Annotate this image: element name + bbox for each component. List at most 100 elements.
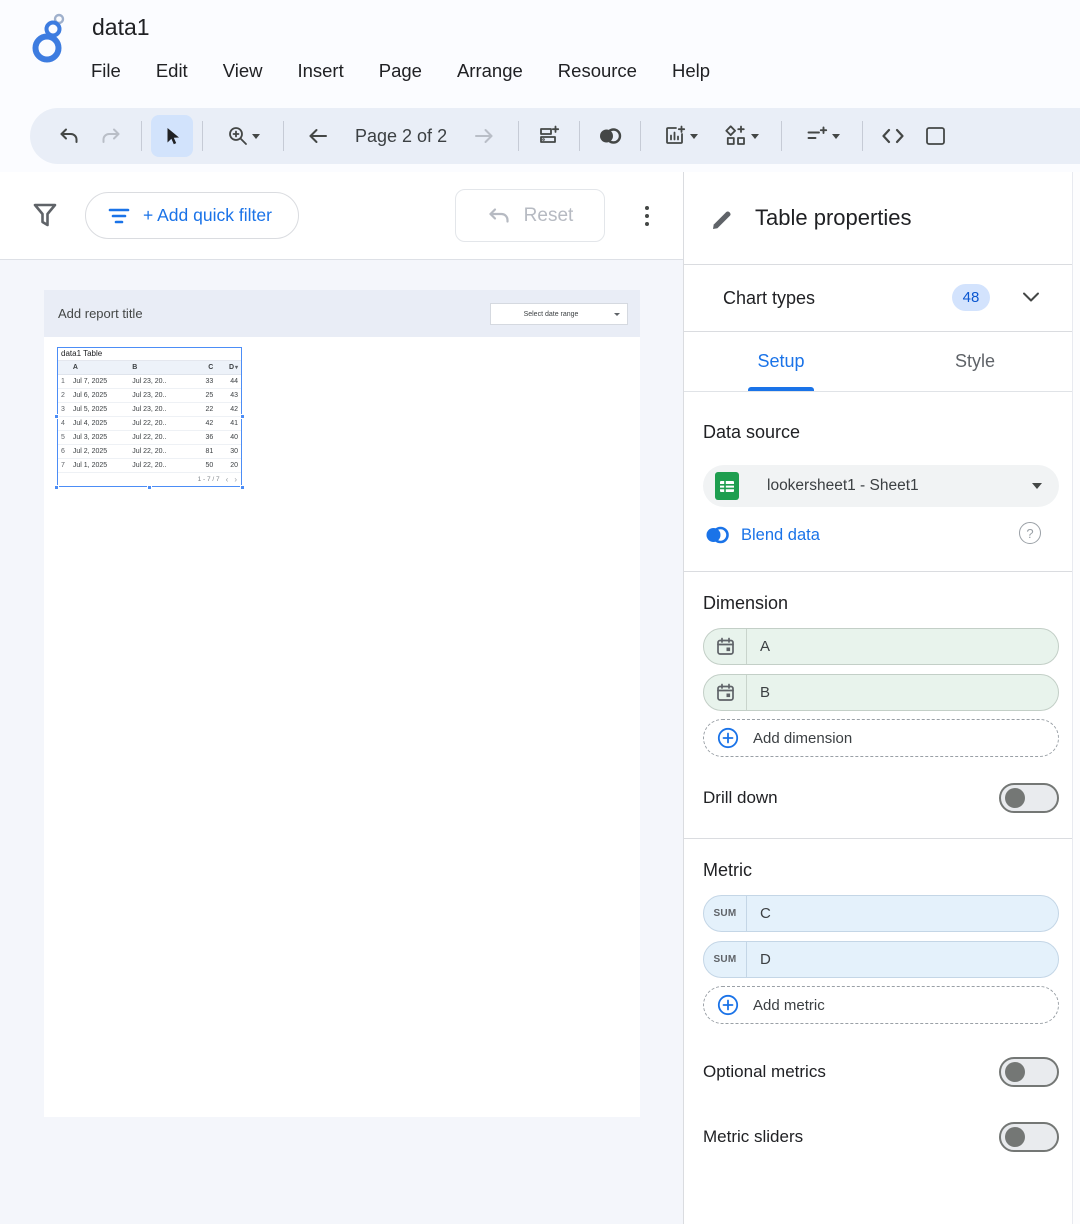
cell-d: 44 xyxy=(217,378,241,385)
dimension-field-name: B xyxy=(760,684,770,701)
resize-handle-right[interactable] xyxy=(240,414,245,419)
cell-d: 42 xyxy=(217,406,241,413)
cell-a: Jul 3, 2025 xyxy=(71,434,130,441)
blend-icon xyxy=(597,125,623,147)
menu-page[interactable]: Page xyxy=(378,58,423,84)
panel-scrollbar[interactable] xyxy=(1072,172,1080,1224)
section-divider xyxy=(684,571,1072,572)
data-source-selector[interactable]: lookersheet1 - Sheet1 xyxy=(703,465,1059,507)
row-number: 3 xyxy=(58,406,71,413)
add-chart-caret-icon xyxy=(690,134,698,139)
date-range-control[interactable]: Select date range xyxy=(490,303,628,325)
looker-studio-logo-icon[interactable] xyxy=(26,12,74,64)
chevron-down-icon xyxy=(1022,291,1040,303)
toolbar-divider xyxy=(781,121,782,151)
help-icon[interactable]: ? xyxy=(1019,522,1041,544)
cell-c: 42 xyxy=(186,420,218,427)
more-options-button[interactable] xyxy=(637,202,657,230)
dimension-chip-a[interactable]: A xyxy=(703,628,1059,665)
metric-chip-d[interactable]: SUM D xyxy=(703,941,1059,978)
chart-types-expander[interactable]: Chart types 48 xyxy=(684,265,1072,332)
optional-metrics-toggle[interactable] xyxy=(999,1057,1059,1087)
add-control-caret-icon xyxy=(832,134,840,139)
resize-handle-bottom-left[interactable] xyxy=(54,485,59,490)
cell-a: Jul 4, 2025 xyxy=(71,420,130,427)
table-row: 5Jul 3, 2025Jul 22, 20..3640 xyxy=(58,431,241,445)
column-header-c[interactable]: C xyxy=(186,364,218,371)
add-control-button[interactable] xyxy=(791,115,853,157)
table-chart-title[interactable]: data1 Table xyxy=(58,348,241,361)
optional-metrics-row: Optional metrics xyxy=(703,1057,1059,1087)
cell-d: 20 xyxy=(217,462,241,469)
column-header-b[interactable]: B xyxy=(130,364,185,371)
column-header-a[interactable]: A xyxy=(71,364,130,371)
date-range-caret-icon xyxy=(614,313,620,316)
add-metric-label: Add metric xyxy=(753,997,825,1014)
report-page[interactable]: Add report title Select date range data1… xyxy=(44,290,640,1117)
dimension-heading: Dimension xyxy=(703,593,1058,614)
resize-handle-bottom[interactable] xyxy=(147,485,152,490)
blend-data-link[interactable]: Blend data xyxy=(741,526,820,545)
add-report-title-placeholder[interactable]: Add report title xyxy=(58,306,143,321)
select-mode-button[interactable] xyxy=(151,115,193,157)
date-range-label: Select date range xyxy=(491,311,611,318)
redo-button[interactable] xyxy=(90,115,132,157)
menu-edit[interactable]: Edit xyxy=(155,58,189,84)
toolbar-divider xyxy=(579,121,580,151)
blend-data-button[interactable] xyxy=(589,115,631,157)
row-number: 2 xyxy=(58,392,71,399)
cell-c: 36 xyxy=(186,434,218,441)
page-indicator[interactable]: Page 2 of 2 xyxy=(355,126,447,147)
cell-a: Jul 1, 2025 xyxy=(71,462,130,469)
data-source-caret-icon xyxy=(1032,483,1042,489)
add-data-button[interactable] xyxy=(528,115,570,157)
report-title[interactable]: data1 xyxy=(92,14,150,41)
reset-button[interactable]: Reset xyxy=(455,189,605,242)
zoom-control[interactable] xyxy=(212,115,274,157)
arrow-left-icon xyxy=(306,124,330,148)
pagination-next-icon[interactable]: › xyxy=(234,475,237,484)
menu-resource[interactable]: Resource xyxy=(557,58,638,84)
menu-bar: File Edit View Insert Page Arrange Resou… xyxy=(90,58,711,84)
add-control-icon xyxy=(805,124,829,148)
metric-sliders-toggle[interactable] xyxy=(999,1122,1059,1152)
resize-handle-bottom-right[interactable] xyxy=(240,485,245,490)
properties-panel: Table properties Chart types 48 Setup St… xyxy=(683,172,1072,1224)
dimension-chip-b[interactable]: B xyxy=(703,674,1059,711)
report-canvas[interactable]: Add report title Select date range data1… xyxy=(0,260,683,1224)
undo-icon xyxy=(58,125,80,147)
add-quick-filter-button[interactable]: + Add quick filter xyxy=(85,192,299,239)
row-number: 6 xyxy=(58,448,71,455)
community-viz-caret-icon xyxy=(751,134,759,139)
tab-setup[interactable]: Setup xyxy=(684,332,878,391)
metric-chip-c[interactable]: SUM C xyxy=(703,895,1059,932)
tab-style[interactable]: Style xyxy=(878,332,1072,391)
column-header-d[interactable]: D▾ xyxy=(217,364,241,371)
pagination-prev-icon[interactable]: ‹ xyxy=(226,475,229,484)
menu-file[interactable]: File xyxy=(90,58,122,84)
chart-types-label: Chart types xyxy=(723,288,815,309)
community-visualizations-icon xyxy=(724,124,748,148)
undo-button[interactable] xyxy=(48,115,90,157)
embed-code-button[interactable] xyxy=(872,115,914,157)
resize-handle-left[interactable] xyxy=(54,414,59,419)
plus-circle-icon xyxy=(716,993,740,1017)
previous-page-button[interactable] xyxy=(297,115,339,157)
table-header-row: A B C D▾ xyxy=(58,361,241,375)
add-dimension-button[interactable]: Add dimension xyxy=(703,719,1059,757)
aggregation-label: SUM xyxy=(713,908,736,919)
toolbar-divider xyxy=(862,121,863,151)
menu-help[interactable]: Help xyxy=(671,58,711,84)
community-visualizations-button[interactable] xyxy=(710,115,772,157)
image-button[interactable] xyxy=(914,115,956,157)
drill-down-toggle[interactable] xyxy=(999,783,1059,813)
image-icon xyxy=(923,124,947,148)
menu-view[interactable]: View xyxy=(222,58,264,84)
next-page-button[interactable] xyxy=(463,115,505,157)
menu-arrange[interactable]: Arrange xyxy=(456,58,524,84)
menu-insert[interactable]: Insert xyxy=(296,58,344,84)
add-chart-button[interactable] xyxy=(650,115,710,157)
cell-c: 25 xyxy=(186,392,218,399)
table-chart[interactable]: data1 Table A B C D▾ 1Jul 7, 2025Jul 23,… xyxy=(57,347,242,487)
add-metric-button[interactable]: Add metric xyxy=(703,986,1059,1024)
